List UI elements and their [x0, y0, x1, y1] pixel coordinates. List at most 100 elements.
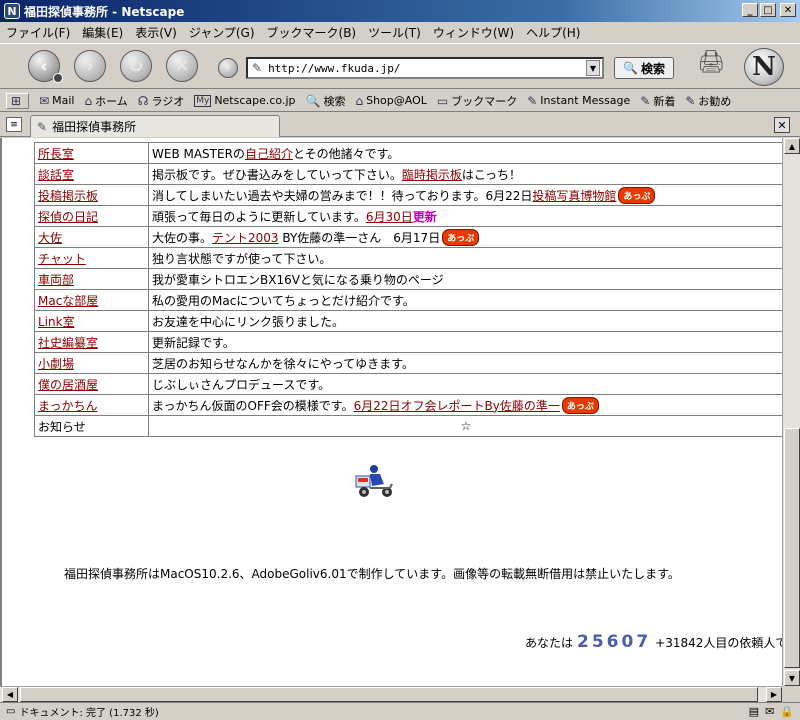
- section-link[interactable]: まっかちん: [38, 399, 98, 413]
- menu-view[interactable]: 表示(V): [135, 24, 177, 41]
- forward-button[interactable]: ›: [74, 50, 106, 82]
- page-proxy-icon[interactable]: ✎: [252, 61, 262, 75]
- menu-bar: ファイル(F) 編集(E) 表示(V) ジャンプ(G) ブックマーク(B) ツー…: [0, 22, 800, 42]
- horizontal-scroll-thumb[interactable]: [20, 687, 758, 702]
- description-text: 掲示板です。ぜひ書込みをしていって下さい。: [152, 167, 402, 182]
- lock-icon[interactable]: 🔒: [780, 705, 794, 718]
- page-icon: ✎: [37, 119, 48, 134]
- description-cell: お友達を中心にリンク張りました。: [148, 310, 782, 332]
- horizontal-scrollbar[interactable]: ◀ ▶: [0, 686, 782, 702]
- section-cell: チャット: [34, 247, 149, 269]
- page-content: 所長室 WEB MASTERの自己紹介とその他諸々です。談話室 掲示板です。ぜひ書込…: [0, 138, 782, 686]
- bookmark-search[interactable]: 🔍 検索: [306, 93, 346, 109]
- bookmark-instant-message[interactable]: ✎ Instant Message: [527, 94, 630, 108]
- search-button[interactable]: 🔍 検索: [614, 57, 674, 79]
- section-cell: 投稿掲示板: [34, 184, 149, 206]
- section-cell: 大佐: [34, 226, 149, 248]
- bookmark-recommended[interactable]: ✎ お勧め: [685, 93, 731, 109]
- description-text: お友達を中心にリンク張りました。: [152, 314, 345, 329]
- star-icon: ☆: [460, 419, 472, 433]
- close-tab-button[interactable]: ✕: [774, 117, 790, 133]
- bookmark-home[interactable]: ⌂ ホーム: [84, 93, 127, 109]
- reload-button[interactable]: ↻: [120, 50, 152, 82]
- counter-suffix: +31842人目の依頼人で: [655, 636, 782, 650]
- bookmark-shop[interactable]: ⌂ Shop@AOL: [355, 94, 426, 108]
- section-cell: 車両部: [34, 268, 149, 290]
- description-text-after: BY佐藤の準一さん 6月17日: [278, 230, 441, 245]
- back-button[interactable]: ‹: [28, 50, 63, 83]
- section-link[interactable]: 探偵の日記: [38, 210, 98, 224]
- description-cell: 私の愛用のMacについてちょっとだけ紹介です。: [148, 289, 782, 311]
- description-link[interactable]: 臨時掲示板: [402, 168, 462, 182]
- description-link[interactable]: 6月30日: [366, 210, 413, 224]
- section-link[interactable]: 大佐: [38, 231, 62, 245]
- url-dropdown-icon[interactable]: ▼: [586, 60, 600, 76]
- vertical-scroll-thumb[interactable]: [784, 428, 800, 668]
- footer-notice: 福田探偵事務所はMacOS10.2.6、AdobeGoliv6.01で制作してい…: [64, 567, 680, 581]
- description-link[interactable]: 6月22日オフ会レポートBy佐藤の準一: [354, 399, 560, 413]
- section-link[interactable]: チャット: [38, 252, 86, 266]
- reload-icon: ↻: [128, 55, 144, 77]
- stop-button[interactable]: ✕: [166, 50, 198, 82]
- menu-bookmarks[interactable]: ブックマーク(B): [267, 24, 357, 41]
- link-icon: ✎: [640, 93, 651, 108]
- menu-go[interactable]: ジャンプ(G): [189, 24, 255, 41]
- mail-icon: ✉: [39, 93, 50, 108]
- print-icon[interactable]: 🖨: [697, 50, 731, 80]
- shop-icon: ⌂: [355, 93, 364, 108]
- description-cell: WEB MASTERの自己紹介とその他諸々です。: [148, 142, 782, 164]
- menu-edit[interactable]: 編集(E): [82, 24, 123, 41]
- close-button[interactable]: ✕: [780, 3, 796, 17]
- mail-status-icon[interactable]: ✉: [765, 705, 774, 718]
- description-link[interactable]: 自己紹介: [245, 147, 293, 161]
- minimize-button[interactable]: _: [742, 3, 758, 17]
- section-cell: 探偵の日記: [34, 205, 149, 227]
- description-link[interactable]: テント2003: [212, 231, 279, 245]
- maximize-button[interactable]: □: [760, 3, 776, 17]
- tab-label: 福田探偵事務所: [52, 120, 137, 134]
- scroll-right-button[interactable]: ▶: [766, 687, 782, 702]
- section-link[interactable]: Macな部屋: [38, 294, 98, 308]
- bookmark-radio[interactable]: ☊ ラジオ: [138, 93, 184, 109]
- menu-file[interactable]: ファイル(F): [6, 24, 70, 41]
- chevron-down-icon: ▾: [225, 62, 231, 74]
- tab-toggle-button[interactable]: ⊞: [6, 92, 30, 109]
- netscape-logo[interactable]: N: [744, 48, 784, 86]
- bookmarks-menu[interactable]: ▭ ブックマーク: [437, 93, 517, 109]
- section-link[interactable]: 投稿掲示板: [38, 189, 98, 203]
- table-row: 投稿掲示板 消してしまいたい過去や夫婦の営みまで！！待っております。6月22日投稿…: [34, 184, 782, 206]
- scroll-down-button[interactable]: ▼: [784, 670, 800, 686]
- tab-current[interactable]: ✎ 福田探偵事務所: [30, 115, 280, 137]
- section-link[interactable]: 小劇場: [38, 357, 74, 371]
- section-link[interactable]: 車両部: [38, 273, 74, 287]
- menu-help[interactable]: ヘルプ(H): [526, 24, 580, 41]
- window-controls: _ □ ✕: [742, 3, 796, 17]
- forward-arrow-icon: ›: [86, 55, 94, 77]
- description-link[interactable]: 投稿写真博物館: [532, 189, 616, 203]
- description-text: まっかちん仮面のOFF会の模様です。: [152, 398, 354, 413]
- description-cell: 独り言状態ですが使って下さい。: [148, 247, 782, 269]
- url-history-button[interactable]: ▾: [218, 58, 238, 78]
- netscape-app-icon: N: [4, 3, 20, 19]
- vertical-scrollbar[interactable]: ▲ ▼: [782, 138, 800, 686]
- section-link[interactable]: 所長室: [38, 147, 74, 161]
- bookmark-netscape[interactable]: My Netscape.co.jp: [194, 94, 296, 107]
- network-icon[interactable]: ▤: [749, 705, 759, 718]
- link-icon: ✎: [685, 93, 696, 108]
- description-cell: 掲示板です。ぜひ書込みをしていって下さい。臨時掲示板はこっち！: [148, 163, 782, 185]
- section-link[interactable]: 僕の居酒屋: [38, 378, 98, 392]
- bookmark-new[interactable]: ✎ 新着: [640, 93, 675, 109]
- scroll-left-button[interactable]: ◀: [2, 687, 18, 702]
- back-dropdown-icon[interactable]: [53, 73, 63, 83]
- bookmark-mail[interactable]: ✉ Mail: [39, 94, 74, 108]
- section-link[interactable]: 社史編纂室: [38, 336, 98, 350]
- menu-window[interactable]: ウィンドウ(W): [433, 24, 514, 41]
- section-cell: Link室: [34, 310, 149, 332]
- section-link[interactable]: 談話室: [38, 168, 74, 182]
- url-field[interactable]: ✎ http://www.fkuda.jp/ ▼: [246, 57, 604, 79]
- section-link[interactable]: Link室: [38, 315, 75, 329]
- menu-tools[interactable]: ツール(T): [368, 24, 421, 41]
- scroll-up-button[interactable]: ▲: [784, 138, 800, 154]
- sidebar-toggle-icon[interactable]: ≡: [6, 117, 22, 132]
- navigation-toolbar: ‹ › ↻ ✕ ▾ ✎ http://www.fkuda.jp/ ▼ 🔍 検索 …: [0, 43, 800, 89]
